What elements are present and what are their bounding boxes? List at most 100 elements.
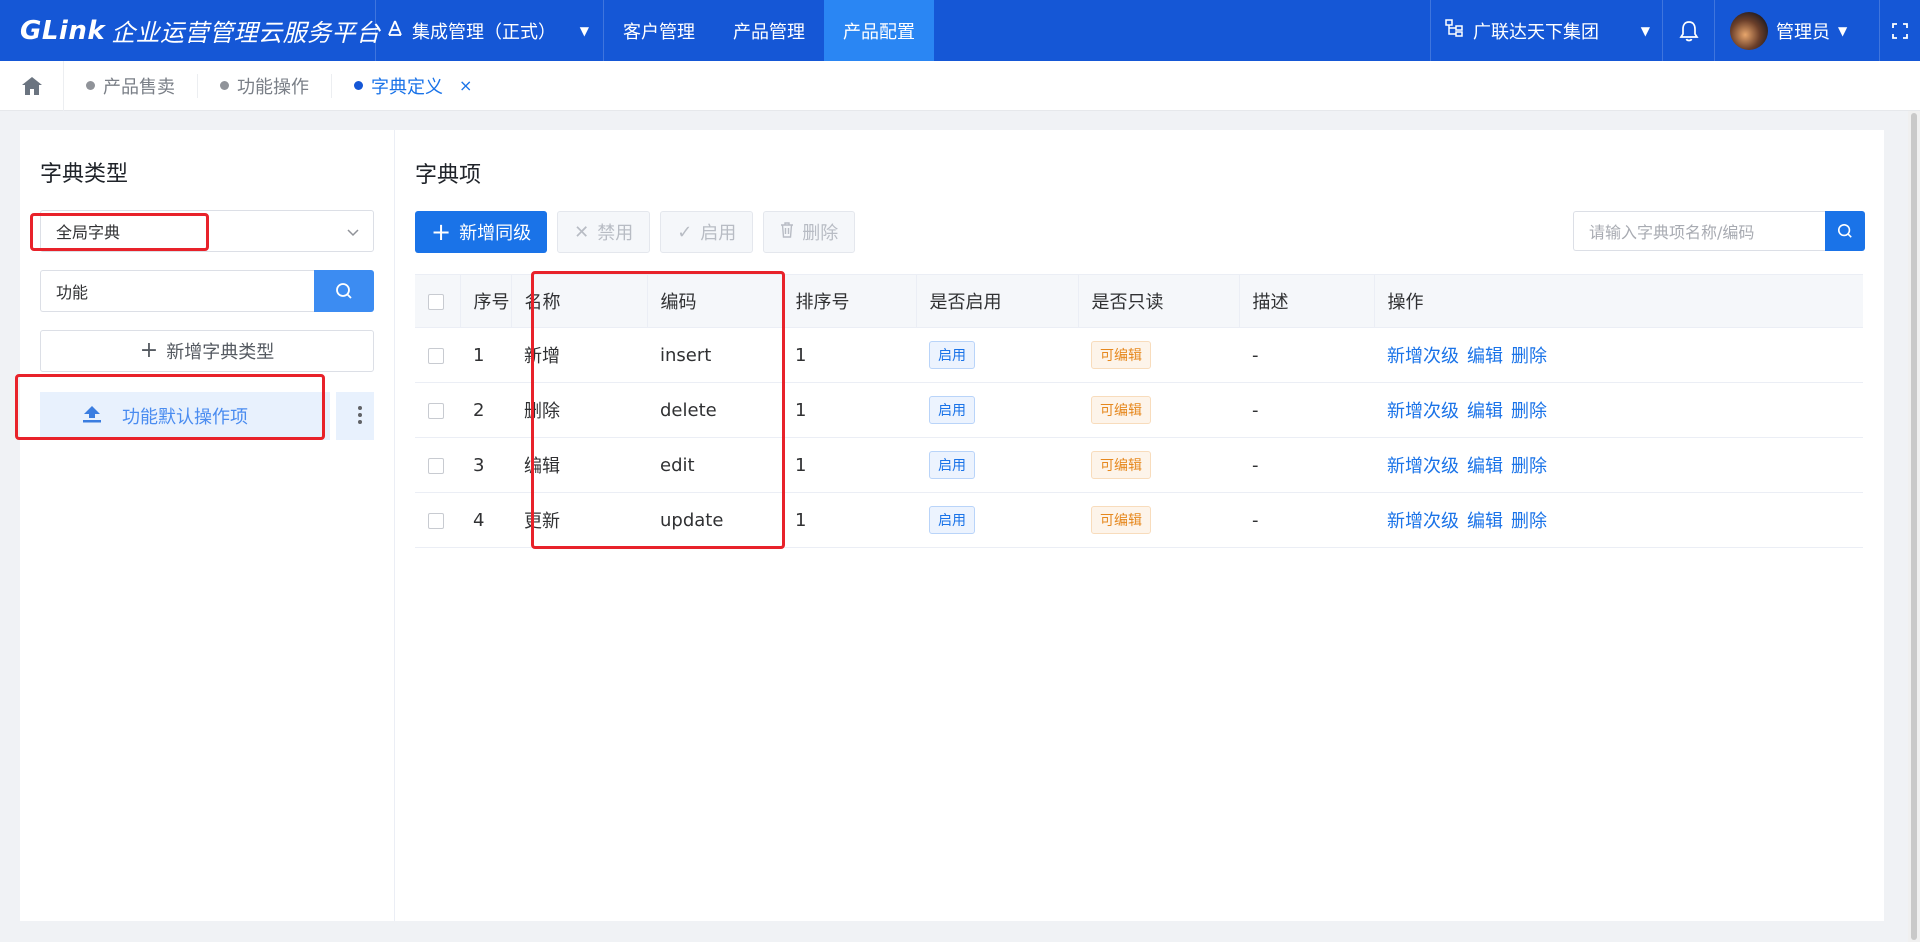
delete-link[interactable]: 删除 xyxy=(1511,346,1547,367)
enable-button[interactable]: ✓ 启用 xyxy=(660,211,754,253)
editable-badge: 可编辑 xyxy=(1091,396,1151,424)
cell-name: 删除 xyxy=(511,382,647,438)
edit-link[interactable]: 编辑 xyxy=(1467,456,1503,477)
cell-code: update xyxy=(647,492,782,548)
dictionary-scope-select[interactable]: 全局字典 xyxy=(40,210,374,252)
cell-desc: - xyxy=(1239,327,1374,383)
select-all-checkbox[interactable] xyxy=(428,293,444,310)
edit-link[interactable]: 编辑 xyxy=(1467,401,1503,422)
nav-product[interactable]: 产品管理 xyxy=(714,0,824,61)
cell-sort: 1 xyxy=(782,382,916,438)
org-select[interactable]: 广联达天下集团 ▼ xyxy=(1430,0,1663,61)
close-icon[interactable]: × xyxy=(459,76,472,95)
check-icon: ✓ xyxy=(677,221,693,243)
logo-text: 企业运营管理云服务平台 xyxy=(111,19,381,47)
item-search-input[interactable]: 请输入字典项名称/编码 xyxy=(1573,211,1825,251)
nav-product-config[interactable]: 产品配置 xyxy=(824,0,934,61)
column-header: 排序号 xyxy=(782,274,917,328)
button-label: 禁用 xyxy=(597,223,634,244)
cell-index: 4 xyxy=(460,492,511,548)
tree-item-more-button[interactable] xyxy=(336,392,374,440)
row-checkbox[interactable] xyxy=(428,347,444,364)
editable-badge: 可编辑 xyxy=(1091,341,1151,369)
tab-product-sale[interactable]: 产品售卖 xyxy=(64,73,198,98)
delete-link[interactable]: 删除 xyxy=(1511,401,1547,422)
cell-code: edit xyxy=(647,437,782,493)
tab-function-operation[interactable]: 功能操作 xyxy=(198,73,332,98)
cell-desc: - xyxy=(1239,437,1374,493)
table-row: 2 删除 delete 1 启用 可编辑 - 新增次级 编辑 删除 xyxy=(415,382,1863,438)
plus-icon: + xyxy=(139,338,159,363)
cell-index: 3 xyxy=(460,437,511,493)
column-header: 是否启用 xyxy=(916,274,1079,328)
org-select-label: 广联达天下集团 xyxy=(1473,21,1599,43)
table-row: 1 新增 insert 1 启用 可编辑 - 新增次级 编辑 删除 xyxy=(415,327,1863,383)
delete-button[interactable]: 删除 xyxy=(763,211,856,253)
add-child-link[interactable]: 新增次级 xyxy=(1387,401,1459,422)
system-select-label: 集成管理（正式） xyxy=(412,21,556,43)
column-header: 序号 xyxy=(460,274,512,328)
chevron-down-icon: ▼ xyxy=(1838,23,1848,38)
add-child-link[interactable]: 新增次级 xyxy=(1387,346,1459,367)
cell-index: 2 xyxy=(460,382,511,438)
enabled-badge: 启用 xyxy=(929,396,975,424)
tree-item-default-operations[interactable]: 功能默认操作项 xyxy=(40,392,374,440)
avatar xyxy=(1730,11,1768,50)
button-label: 启用 xyxy=(700,223,737,244)
delete-link[interactable]: 删除 xyxy=(1511,511,1547,532)
enabled-badge: 启用 xyxy=(929,451,975,479)
edit-link[interactable]: 编辑 xyxy=(1467,346,1503,367)
app-logo[interactable]: GLink 企业运营管理云服务平台 xyxy=(0,0,380,61)
plus-icon: + xyxy=(431,218,452,246)
cell-actions: 新增次级 编辑 删除 xyxy=(1374,492,1863,548)
cell-actions: 新增次级 编辑 删除 xyxy=(1374,437,1863,493)
enabled-badge: 启用 xyxy=(929,341,975,369)
scrollbar-thumb[interactable] xyxy=(1911,113,1917,940)
type-search-input[interactable]: 功能 xyxy=(40,270,314,312)
fullscreen-icon xyxy=(1892,22,1908,39)
add-type-label: 新增字典类型 xyxy=(166,342,275,363)
select-all-cell[interactable] xyxy=(415,274,461,328)
row-checkbox[interactable] xyxy=(428,457,444,474)
close-icon: ✕ xyxy=(574,221,590,243)
cell-name: 新增 xyxy=(511,327,647,383)
user-menu[interactable]: 管理员 ▼ xyxy=(1715,0,1880,61)
scope-select-value: 全局字典 xyxy=(56,223,121,242)
toolbar: + 新增同级 ✕ 禁用 ✓ 启用 删除 xyxy=(415,211,856,253)
cell-actions: 新增次级 编辑 删除 xyxy=(1374,382,1863,438)
cell-name: 更新 xyxy=(511,492,647,548)
type-search-button[interactable] xyxy=(314,270,374,312)
cell-sort: 1 xyxy=(782,437,916,493)
column-header: 描述 xyxy=(1239,274,1375,328)
add-child-link[interactable]: 新增次级 xyxy=(1387,511,1459,532)
upload-icon xyxy=(82,405,102,428)
row-checkbox[interactable] xyxy=(428,512,444,529)
panel-title: 字典类型 xyxy=(40,162,129,187)
row-checkbox[interactable] xyxy=(428,402,444,419)
disable-button[interactable]: ✕ 禁用 xyxy=(557,211,651,253)
item-search-button[interactable] xyxy=(1825,211,1865,251)
system-select[interactable]: 集成管理（正式） ▼ xyxy=(376,0,604,61)
chevron-down-icon: ▼ xyxy=(1640,23,1650,38)
delete-link[interactable]: 删除 xyxy=(1511,456,1547,477)
add-sibling-button[interactable]: + 新增同级 xyxy=(415,211,548,253)
system-icon xyxy=(388,20,402,41)
tab-label: 字典定义 xyxy=(371,76,443,98)
cell-name: 编辑 xyxy=(511,437,647,493)
nav-customer[interactable]: 客户管理 xyxy=(604,0,714,61)
edit-link[interactable]: 编辑 xyxy=(1467,511,1503,532)
top-navigation-bar: GLink 企业运营管理云服务平台 集成管理（正式） ▼ 客户管理 产品管理 产… xyxy=(0,0,1920,61)
user-name: 管理员 xyxy=(1776,21,1830,43)
item-search: 请输入字典项名称/编码 xyxy=(1573,211,1865,251)
home-button[interactable] xyxy=(0,60,64,111)
column-header: 编码 xyxy=(647,274,783,328)
tab-dictionary-definition[interactable]: 字典定义 × xyxy=(332,74,494,98)
notification-bell[interactable] xyxy=(1663,0,1715,61)
cell-sort: 1 xyxy=(782,327,916,383)
page-scrollbar[interactable] xyxy=(1908,111,1920,942)
add-child-link[interactable]: 新增次级 xyxy=(1387,456,1459,477)
fullscreen-button[interactable] xyxy=(1880,0,1920,61)
add-dictionary-type-button[interactable]: + 新增字典类型 xyxy=(40,330,374,372)
enabled-badge: 启用 xyxy=(929,506,975,534)
cell-actions: 新增次级 编辑 删除 xyxy=(1374,327,1863,383)
